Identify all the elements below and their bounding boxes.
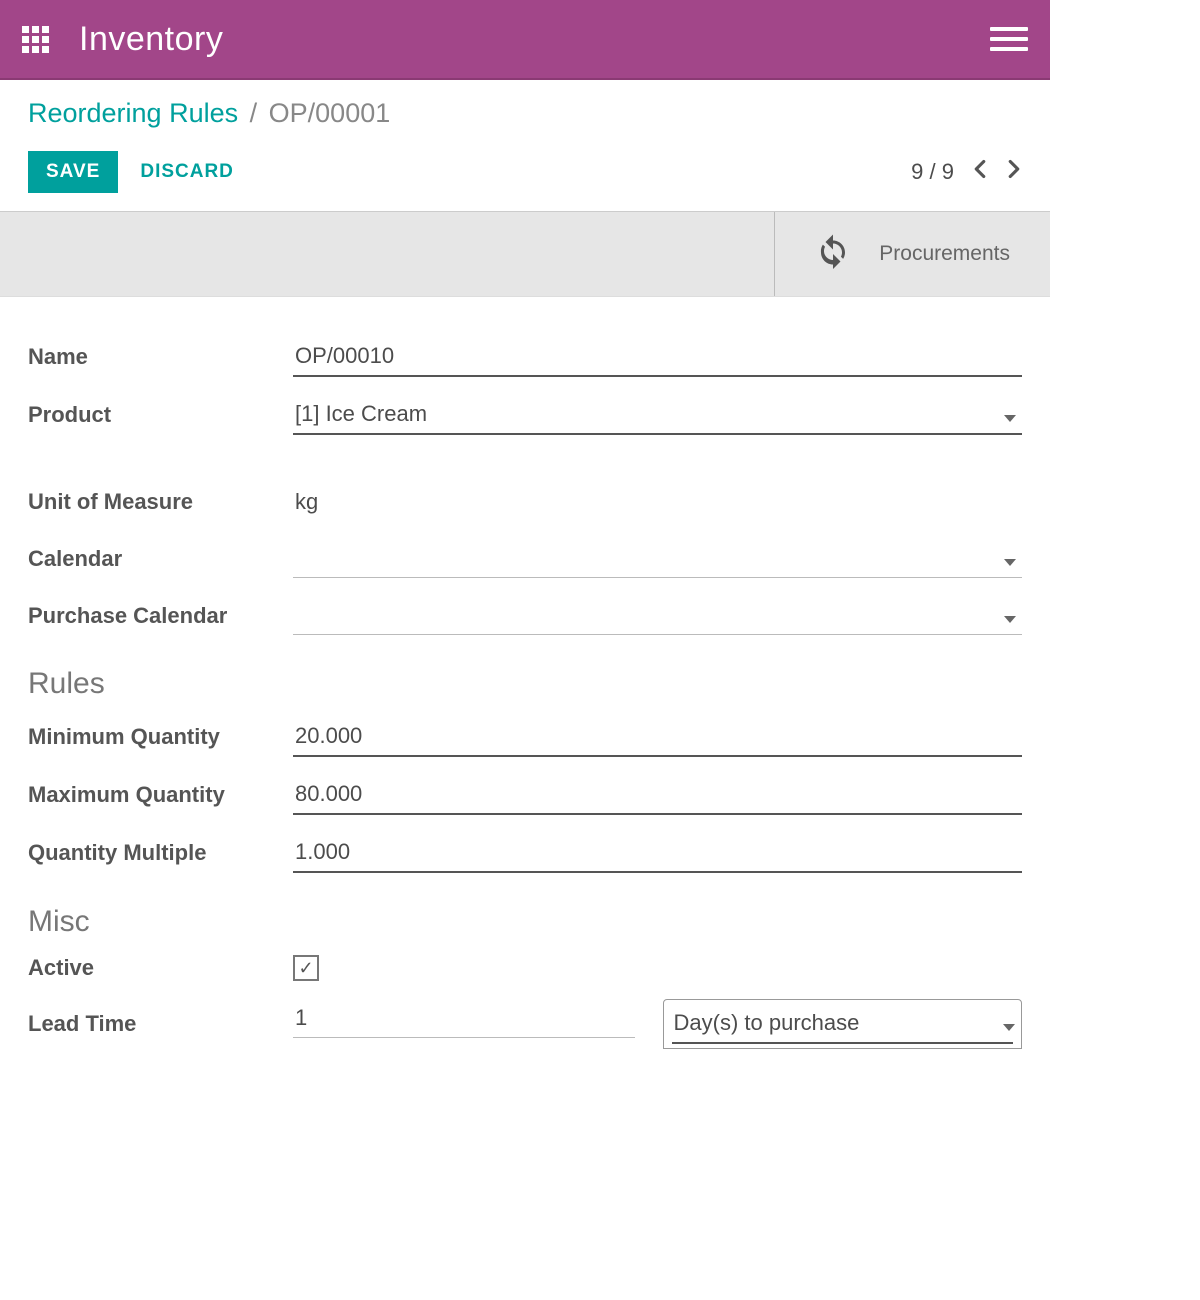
actions-row: SAVE DISCARD 9 / 9 <box>0 141 1050 211</box>
breadcrumb-current: OP/00001 <box>269 98 391 128</box>
procurements-label: Procurements <box>879 242 1010 266</box>
label-active: Active <box>28 955 293 981</box>
save-button[interactable]: SAVE <box>28 151 118 193</box>
discard-button[interactable]: DISCARD <box>140 161 234 183</box>
section-misc: Misc <box>28 905 1022 939</box>
lead-time-input[interactable] <box>293 999 635 1038</box>
label-name: Name <box>28 344 293 370</box>
max-qty-input[interactable] <box>293 775 1022 815</box>
top-navbar: Inventory <box>0 0 1050 80</box>
calendar-select[interactable] <box>293 539 1022 578</box>
name-input[interactable] <box>293 337 1022 377</box>
product-select[interactable] <box>293 395 1022 435</box>
label-purchase-calendar: Purchase Calendar <box>28 603 293 629</box>
form-body: Name Product Unit of Measure kg Calendar… <box>0 297 1050 1095</box>
refresh-icon <box>815 233 851 275</box>
label-calendar: Calendar <box>28 546 293 572</box>
label-min-qty: Minimum Quantity <box>28 724 293 750</box>
hamburger-menu-icon[interactable] <box>990 27 1028 51</box>
label-max-qty: Maximum Quantity <box>28 782 293 808</box>
label-lead-time: Lead Time <box>28 1011 293 1037</box>
label-uom: Unit of Measure <box>28 489 293 515</box>
pager-count: 9 / 9 <box>911 159 954 185</box>
label-qty-multiple: Quantity Multiple <box>28 840 293 866</box>
breadcrumb-area: Reordering Rules / OP/00001 <box>0 80 1050 141</box>
pager-prev-icon[interactable] <box>972 159 988 185</box>
purchase-calendar-select[interactable] <box>293 596 1022 635</box>
qty-multiple-input[interactable] <box>293 833 1022 873</box>
stat-button-bar: Procurements <box>0 211 1050 297</box>
label-product: Product <box>28 402 293 428</box>
breadcrumb-parent-link[interactable]: Reordering Rules <box>28 98 238 128</box>
min-qty-input[interactable] <box>293 717 1022 757</box>
active-checkbox[interactable]: ✓ <box>293 955 319 981</box>
apps-icon[interactable] <box>22 26 49 53</box>
procurements-button[interactable]: Procurements <box>774 212 1050 296</box>
uom-value: kg <box>293 483 1022 521</box>
breadcrumb: Reordering Rules / OP/00001 <box>28 98 1022 129</box>
pager-next-icon[interactable] <box>1006 159 1022 185</box>
app-title[interactable]: Inventory <box>79 20 223 59</box>
section-rules: Rules <box>28 667 1022 701</box>
lead-time-type-select[interactable] <box>672 1004 1014 1044</box>
breadcrumb-separator: / <box>250 98 258 128</box>
pager: 9 / 9 <box>911 159 1022 185</box>
